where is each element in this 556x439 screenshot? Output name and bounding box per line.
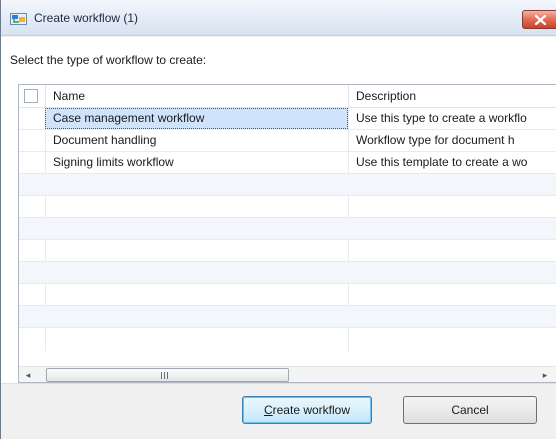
dialog-body: Select the type of workflow to create: N… bbox=[1, 37, 556, 383]
title-bar[interactable]: Create workflow (1) bbox=[1, 0, 556, 36]
empty-row bbox=[19, 306, 556, 328]
instruction-text: Select the type of workflow to create: bbox=[10, 53, 207, 67]
cell-name[interactable]: Document handling bbox=[45, 130, 348, 151]
empty-row bbox=[19, 240, 556, 262]
empty-row bbox=[19, 218, 556, 240]
cell-description[interactable]: Use this type to create a workflo bbox=[349, 108, 556, 129]
table-row[interactable]: Case management workflow Use this type t… bbox=[19, 108, 556, 130]
table-row[interactable]: Document handling Workflow type for docu… bbox=[19, 130, 556, 152]
grid-header: Name Description bbox=[19, 85, 556, 108]
cell-description[interactable]: Workflow type for document h bbox=[349, 130, 556, 151]
empty-row bbox=[19, 262, 556, 284]
scroll-right-arrow[interactable]: ▸ bbox=[540, 370, 550, 381]
empty-row bbox=[19, 174, 556, 196]
workflow-app-icon bbox=[10, 12, 28, 25]
empty-row bbox=[19, 328, 556, 350]
cancel-button[interactable]: Cancel bbox=[403, 396, 537, 424]
cell-name[interactable]: Signing limits workflow bbox=[45, 152, 348, 173]
create-workflow-dialog: Create workflow (1) Select the type of w… bbox=[0, 0, 556, 439]
access-key: C bbox=[263, 403, 273, 417]
cell-description[interactable]: Use this template to create a wo bbox=[349, 152, 556, 173]
column-divider bbox=[45, 85, 46, 108]
grip-icon bbox=[161, 372, 168, 379]
create-workflow-button[interactable]: Create workflow bbox=[242, 396, 372, 424]
column-header-description[interactable]: Description bbox=[356, 89, 416, 103]
scroll-left-arrow[interactable]: ◂ bbox=[23, 370, 33, 381]
column-header-name[interactable]: Name bbox=[53, 89, 85, 103]
button-bar: Create workflow Cancel bbox=[1, 383, 556, 439]
select-all-checkbox[interactable] bbox=[24, 89, 38, 103]
column-divider[interactable] bbox=[348, 85, 349, 108]
empty-row bbox=[19, 284, 556, 306]
scroll-thumb[interactable] bbox=[46, 368, 289, 382]
workflow-type-grid[interactable]: Name Description Case management workflo… bbox=[18, 84, 556, 383]
window-title: Create workflow (1) bbox=[34, 11, 139, 25]
close-icon bbox=[535, 15, 546, 25]
horizontal-scrollbar[interactable]: ◂ ▸ bbox=[19, 366, 556, 382]
table-row[interactable]: Signing limits workflow Use this templat… bbox=[19, 152, 556, 174]
create-workflow-label: reate workflow bbox=[272, 403, 351, 417]
close-button[interactable] bbox=[522, 10, 556, 29]
cell-name[interactable]: Case management workflow bbox=[45, 108, 348, 129]
empty-row bbox=[19, 196, 556, 218]
